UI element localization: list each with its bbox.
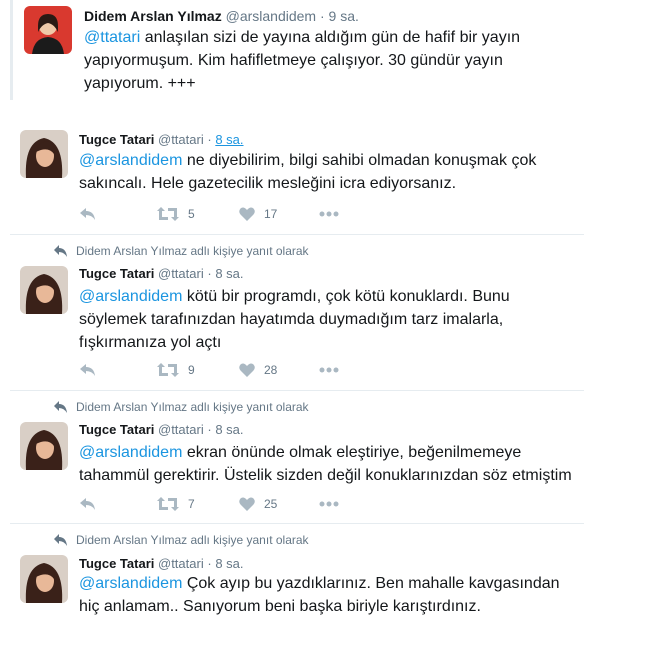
author-name[interactable]: Tugce Tatari — [79, 266, 154, 281]
author-name[interactable]: Tugce Tatari — [79, 132, 154, 147]
timestamp[interactable]: 9 sa. — [329, 8, 359, 24]
avatar[interactable] — [20, 555, 68, 603]
tweet[interactable]: Tugce Tatari @ttatari · 8 sa. @arslandid… — [10, 118, 584, 234]
mention-link[interactable]: @arslandidem — [79, 444, 182, 461]
tweet-actions: 9 28 — [79, 360, 379, 380]
tweet-text: @arslandidem ekran önünde olmak eleştiri… — [79, 441, 579, 487]
more-button[interactable] — [319, 494, 339, 514]
tweet-body: anlaşılan sizi de yayına aldığım gün de … — [84, 29, 521, 92]
author-handle[interactable]: @ttatari — [158, 422, 204, 437]
author-name[interactable]: Tugce Tatari — [79, 422, 154, 437]
tweet-header: Tugce Tatari @ttatari · 8 sa. — [79, 556, 244, 571]
tweet-header: Tugce Tatari @ttatari · 8 sa. — [79, 266, 244, 281]
reply-icon — [80, 208, 95, 220]
author-handle[interactable]: @ttatari — [158, 132, 204, 147]
like-button[interactable]: 25 — [239, 494, 277, 514]
mention-link[interactable]: @ttatari — [84, 29, 140, 46]
timestamp[interactable]: 8 sa. — [215, 422, 243, 437]
reply-button[interactable] — [79, 494, 97, 514]
avatar[interactable] — [20, 422, 68, 470]
author-handle[interactable]: @ttatari — [158, 556, 204, 571]
separator: · — [319, 8, 325, 24]
reply-button[interactable] — [79, 204, 97, 224]
retweet-button[interactable]: 7 — [157, 494, 195, 514]
mention-link[interactable]: @arslandidem — [79, 288, 182, 305]
tweet-actions: 7 25 — [79, 494, 379, 514]
tweet[interactable]: Didem Arslan Yılmaz adlı kişiye yanıt ol… — [10, 523, 584, 651]
avatar[interactable] — [20, 266, 68, 314]
tweet-header: Tugce Tatari @ttatari · 8 sa. — [79, 422, 244, 437]
reply-context-icon — [54, 534, 67, 546]
like-count: 28 — [264, 363, 278, 377]
like-button[interactable]: 17 — [239, 204, 277, 224]
timestamp[interactable]: 8 sa. — [215, 556, 243, 571]
like-count: 17 — [264, 207, 278, 221]
thread-line — [10, 0, 13, 100]
tweet[interactable]: Didem Arslan Yılmaz adlı kişiye yanıt ol… — [10, 234, 584, 390]
more-button[interactable] — [319, 204, 339, 224]
tweet-actions: 5 17 — [79, 204, 379, 224]
retweet-count: 7 — [188, 497, 195, 511]
retweet-button[interactable]: 9 — [157, 360, 195, 380]
reply-context-icon — [54, 245, 67, 257]
tweet-text: @arslandidem kötü bir programdı, çok köt… — [79, 285, 579, 354]
reply-context-icon — [54, 401, 67, 413]
tweet-header: Didem Arslan Yılmaz @arslandidem · 9 sa. — [84, 8, 359, 24]
author-name[interactable]: Tugce Tatari — [79, 556, 154, 571]
mention-link[interactable]: @arslandidem — [79, 575, 182, 592]
tweet-text: @arslandidem Çok ayıp bu yazdıklarınız. … — [79, 572, 579, 618]
reply-icon — [80, 364, 95, 376]
author-handle[interactable]: @arslandidem — [226, 8, 316, 24]
more-icon — [319, 211, 339, 217]
reply-context[interactable]: Didem Arslan Yılmaz adlı kişiye yanıt ol… — [54, 533, 309, 547]
like-count: 25 — [264, 497, 278, 511]
parent-tweet[interactable]: Didem Arslan Yılmaz @arslandidem · 9 sa.… — [10, 0, 570, 100]
retweet-count: 5 — [188, 207, 195, 221]
tweet-header: Tugce Tatari @ttatari · 8 sa. — [79, 132, 244, 147]
retweet-icon — [157, 363, 179, 377]
like-icon — [239, 207, 255, 221]
reply-button[interactable] — [79, 360, 97, 380]
separator: · — [207, 422, 212, 437]
timestamp[interactable]: 8 sa. — [215, 132, 243, 147]
mention-link[interactable]: @arslandidem — [79, 152, 182, 169]
reply-context-text: Didem Arslan Yılmaz adlı kişiye yanıt ol… — [76, 533, 309, 547]
retweet-icon — [157, 497, 179, 511]
reply-context-text: Didem Arslan Yılmaz adlı kişiye yanıt ol… — [76, 400, 309, 414]
retweet-count: 9 — [188, 363, 195, 377]
timestamp[interactable]: 8 sa. — [215, 266, 243, 281]
more-icon — [319, 367, 339, 373]
author-handle[interactable]: @ttatari — [158, 266, 204, 281]
tweet[interactable]: Didem Arslan Yılmaz adlı kişiye yanıt ol… — [10, 390, 584, 523]
author-name[interactable]: Didem Arslan Yılmaz — [84, 8, 222, 24]
like-button[interactable]: 28 — [239, 360, 277, 380]
reply-context[interactable]: Didem Arslan Yılmaz adlı kişiye yanıt ol… — [54, 400, 309, 414]
separator: · — [207, 132, 212, 147]
avatar[interactable] — [24, 6, 72, 54]
tweet-text: @ttatari anlaşılan sizi de yayına aldığı… — [84, 26, 544, 95]
more-icon — [319, 501, 339, 507]
separator: · — [207, 266, 212, 281]
timeline: Didem Arslan Yılmaz @arslandidem · 9 sa.… — [0, 0, 666, 651]
reply-icon — [80, 498, 95, 510]
retweet-button[interactable]: 5 — [157, 204, 195, 224]
avatar[interactable] — [20, 130, 68, 178]
separator: · — [207, 556, 212, 571]
tweet-text: @arslandidem ne diyebilirim, bilgi sahib… — [79, 149, 579, 195]
more-button[interactable] — [319, 360, 339, 380]
reply-context-text: Didem Arslan Yılmaz adlı kişiye yanıt ol… — [76, 244, 309, 258]
retweet-icon — [157, 207, 179, 221]
reply-context[interactable]: Didem Arslan Yılmaz adlı kişiye yanıt ol… — [54, 244, 309, 258]
like-icon — [239, 497, 255, 511]
like-icon — [239, 363, 255, 377]
